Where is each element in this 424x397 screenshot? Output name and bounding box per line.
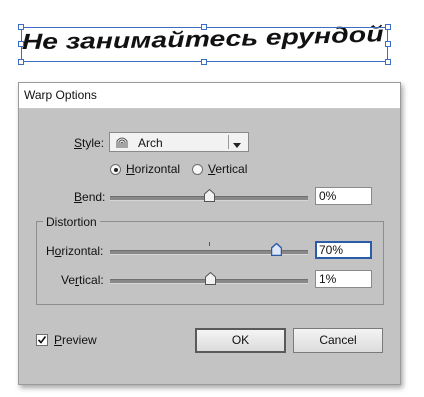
distortion-vertical-slider-thumb[interactable]	[205, 271, 216, 288]
style-dropdown[interactable]: Arch	[109, 132, 249, 152]
style-value: Arch	[138, 136, 163, 150]
vertical-radio[interactable]	[192, 164, 203, 175]
style-label: Style:	[74, 136, 105, 150]
ok-button[interactable]: OK	[195, 328, 286, 353]
distortion-horizontal-label: Horizontal:	[46, 244, 104, 258]
dialog-title: Warp Options	[24, 88, 97, 102]
selection-handle[interactable]	[18, 24, 24, 30]
slider-center-mark	[209, 242, 210, 246]
selection-handle[interactable]	[201, 24, 207, 30]
vertical-radio-label[interactable]: Vertical	[208, 162, 247, 176]
bend-label: Bend:	[74, 190, 106, 204]
selection-frame[interactable]	[21, 27, 388, 62]
bend-input[interactable]: 0%	[315, 187, 372, 205]
distortion-horizontal-slider-thumb[interactable]	[270, 242, 283, 259]
bend-slider-thumb[interactable]	[204, 188, 215, 205]
distortion-horizontal-input[interactable]: 70%	[315, 241, 372, 259]
arch-icon	[115, 136, 129, 152]
cancel-button[interactable]: Cancel	[293, 328, 383, 353]
dropdown-separator	[228, 135, 229, 149]
radio-selected-dot	[113, 167, 118, 172]
preview-checkbox[interactable]	[36, 334, 48, 346]
checkmark-icon	[37, 336, 47, 344]
distortion-vertical-input[interactable]: 1%	[315, 270, 372, 288]
chevron-down-icon[interactable]	[232, 138, 242, 152]
preview-label[interactable]: Preview	[54, 333, 97, 347]
selection-handle[interactable]	[385, 59, 391, 65]
selection-handle[interactable]	[201, 59, 207, 65]
dialog-title-bar[interactable]: Warp Options	[19, 83, 400, 109]
dialog-content: Style: Arch Horizontal Vertical Bend: 0%…	[19, 109, 400, 384]
selection-handle[interactable]	[385, 41, 391, 47]
selection-handle[interactable]	[18, 59, 24, 65]
distortion-vertical-label: Vertical:	[61, 273, 104, 287]
horizontal-radio[interactable]	[110, 164, 121, 175]
selection-handle[interactable]	[385, 24, 391, 30]
distortion-group-title: Distortion	[43, 215, 100, 229]
warp-options-dialog: Warp Options Style: Arch Horizontal Vert…	[18, 82, 401, 385]
horizontal-radio-label[interactable]: Horizontal	[126, 162, 180, 176]
distortion-group	[36, 221, 384, 305]
selection-handle[interactable]	[18, 41, 24, 47]
